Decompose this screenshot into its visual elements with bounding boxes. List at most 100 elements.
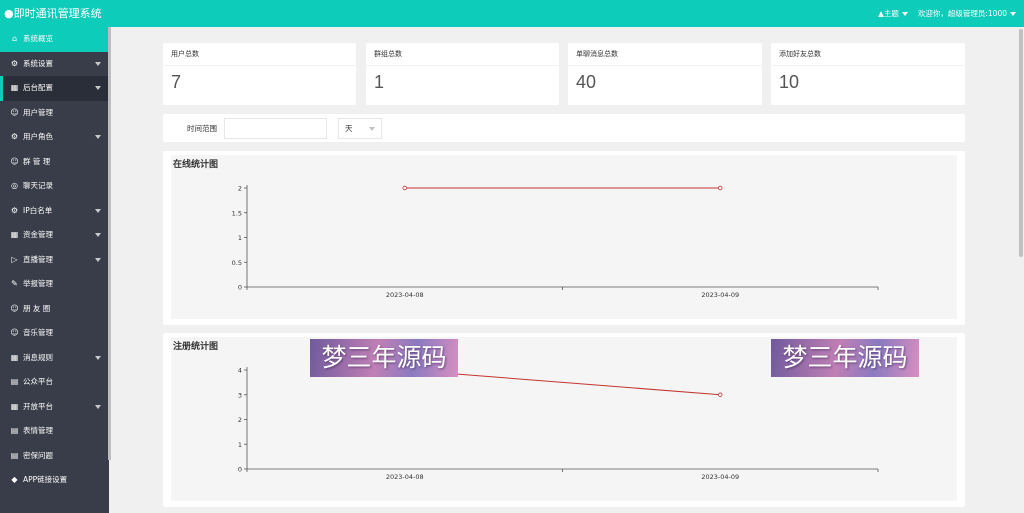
y-tick-label: 4: [238, 367, 242, 375]
sidebar-item-label: 开放平台: [23, 401, 53, 411]
x-tick-label: 2023-04-08: [386, 291, 424, 299]
chevron-down-icon: [95, 404, 101, 409]
report-icon: ✎: [11, 279, 18, 288]
time-range-label: 时间范围: [187, 124, 217, 133]
top-bar: ●即时通讯管理系统 ▲主题 欢迎你，超级管理员:1000: [0, 0, 1024, 27]
sidebar-item-label: IP白名单: [23, 205, 53, 215]
data-point: [402, 185, 407, 191]
y-tick-label: 2: [238, 416, 242, 424]
sidebar-item[interactable]: ⚙ IP白名单: [0, 199, 109, 224]
sidebar-item[interactable]: ▦ 开放平台: [0, 395, 109, 420]
y-tick-label: 0: [238, 284, 242, 292]
top-bar-right: ▲主题 欢迎你，超级管理员:1000: [878, 0, 1016, 27]
home-icon: ⌂: [11, 34, 18, 43]
card-icon: ▤: [10, 426, 19, 435]
chevron-down-icon: [1010, 12, 1016, 16]
smile-icon: ☺: [10, 303, 19, 313]
stat-card-groups: 群组总数 1: [366, 43, 559, 105]
sidebar-item[interactable]: ☺ 朋 友 圈: [0, 297, 109, 322]
scrollbar-thumb[interactable]: [1019, 29, 1023, 257]
sidebar-item[interactable]: ⌂ 系统概览: [0, 27, 109, 52]
online-chart: 0 0.5 1 1.5 2 2023-04-08 2023-04-09: [232, 185, 879, 299]
user-menu[interactable]: 欢迎你，超级管理员:1000: [918, 0, 1016, 27]
chevron-down-icon: [95, 135, 101, 139]
chevron-down-icon: [95, 86, 101, 90]
card-icon: ▤: [10, 450, 19, 460]
gear-icon: ⚙: [10, 132, 19, 141]
chevron-down-icon: [95, 61, 101, 66]
time-unit-value: 天: [345, 124, 353, 133]
filter-bar: 时间范围 天: [163, 114, 965, 142]
sidebar-item[interactable]: ▤ 表情管理: [0, 419, 109, 444]
sidebar-item-label: 聊天记录: [23, 181, 53, 190]
sidebar-item-label: 音乐管理: [23, 328, 53, 337]
y-tick-label: 2: [238, 185, 242, 193]
sidebar-item-label: 用户角色: [23, 132, 53, 141]
chat-icon: ◎: [11, 181, 18, 190]
gear-icon: ⚙: [10, 58, 19, 68]
sidebar-item[interactable]: ☺ 用户管理: [0, 101, 109, 126]
x-tick-label: 2023-04-09: [701, 473, 739, 481]
sidebar: ⌂ 系统概览 ⚙ 系统设置 ▦ 后台配置 ☺ 用户管理 ⚙ 用户角色 ☺ 群 管 理 ◎ 聊天记录 ⚙ IP白…: [0, 27, 109, 513]
sidebar-item[interactable]: ⚙ 系统设置: [0, 52, 109, 77]
layers-icon: ◆: [11, 475, 18, 484]
video-icon: ▷: [11, 254, 18, 264]
stat-card-users: 用户总数 7: [163, 43, 356, 105]
sidebar-item[interactable]: ✎ 举报管理: [0, 272, 109, 297]
x-tick-label: 2023-04-09: [701, 291, 739, 299]
sidebar-item[interactable]: ◎ 聊天记录: [0, 174, 109, 199]
stat-card-messages: 单聊消息总数 40: [568, 43, 762, 105]
watermark-logo: 梦三年源码: [771, 339, 919, 377]
sidebar-item[interactable]: ▦ 后台配置: [0, 76, 109, 101]
data-point: [718, 185, 723, 191]
stat-label: 用户总数: [163, 43, 356, 66]
stat-value: 10: [779, 72, 800, 92]
sidebar-item[interactable]: ☺ 音乐管理: [0, 321, 109, 346]
sidebar-item-label: 直播管理: [23, 254, 53, 264]
gear-icon: ⚙: [10, 205, 19, 215]
sidebar-item[interactable]: ▤ 公众平台: [0, 370, 109, 395]
sidebar-item[interactable]: ◆ APP链接设置: [0, 468, 109, 493]
stat-value: 1: [374, 72, 385, 92]
sidebar-item[interactable]: ▦ 消息规则: [0, 346, 109, 371]
y-tick-label: 0.5: [232, 259, 242, 267]
time-unit-select[interactable]: 天: [338, 118, 382, 139]
sidebar-item-label: 消息规则: [23, 352, 53, 362]
online-chart-card: 在线统计图 0 0.5 1 1.5 2 2023-04-08 2023-04-09: [163, 151, 965, 325]
sidebar-item[interactable]: ▦ 资金管理: [0, 223, 109, 248]
sidebar-item-label: 密保问题: [23, 450, 53, 460]
theme-label: 主题: [883, 9, 899, 18]
sidebar-item-label: 系统概览: [23, 34, 53, 43]
stat-label: 添加好友总数: [771, 43, 965, 66]
sidebar-item-label: 公众平台: [23, 377, 53, 386]
sidebar-item-label: 群 管 理: [23, 156, 51, 166]
calendar-icon: ▦: [10, 352, 19, 362]
app-title[interactable]: ●即时通讯管理系统: [0, 0, 109, 27]
sidebar-item-label: 后台配置: [23, 83, 53, 92]
sidebar-item-label: APP链接设置: [23, 475, 68, 484]
main-content: 用户总数 7 群组总数 1 单聊消息总数 40 添加好友总数 10 时间范围 天…: [111, 27, 1024, 513]
y-tick-label: 3: [238, 391, 242, 399]
page-scrollbar[interactable]: [1018, 27, 1024, 513]
sidebar-item-label: 表情管理: [23, 426, 53, 435]
sidebar-item[interactable]: ☺ 群 管 理: [0, 150, 109, 175]
sidebar-item-label: 朋 友 圈: [23, 303, 51, 313]
stat-label: 群组总数: [366, 43, 559, 66]
sidebar-item-label: 资金管理: [23, 230, 53, 239]
sidebar-item[interactable]: ⚙ 用户角色: [0, 125, 109, 150]
card-icon: ▤: [10, 377, 19, 386]
group-icon: ☺: [10, 156, 19, 166]
y-tick-label: 1.5: [232, 209, 242, 217]
sidebar-item[interactable]: ▷ 直播管理: [0, 248, 109, 273]
sidebar-item-label: 举报管理: [23, 279, 53, 288]
theme-menu[interactable]: ▲主题: [878, 0, 908, 27]
chevron-down-icon: [901, 12, 908, 16]
sidebar-item-label: 用户管理: [23, 107, 53, 117]
calendar-icon: ▦: [10, 230, 19, 239]
y-tick-label: 1: [238, 234, 242, 242]
data-point: [718, 392, 723, 397]
stat-value: 7: [171, 72, 182, 92]
sidebar-item[interactable]: ▤ 密保问题: [0, 444, 109, 469]
chevron-down-icon: [95, 355, 101, 360]
time-range-input[interactable]: [224, 118, 327, 139]
